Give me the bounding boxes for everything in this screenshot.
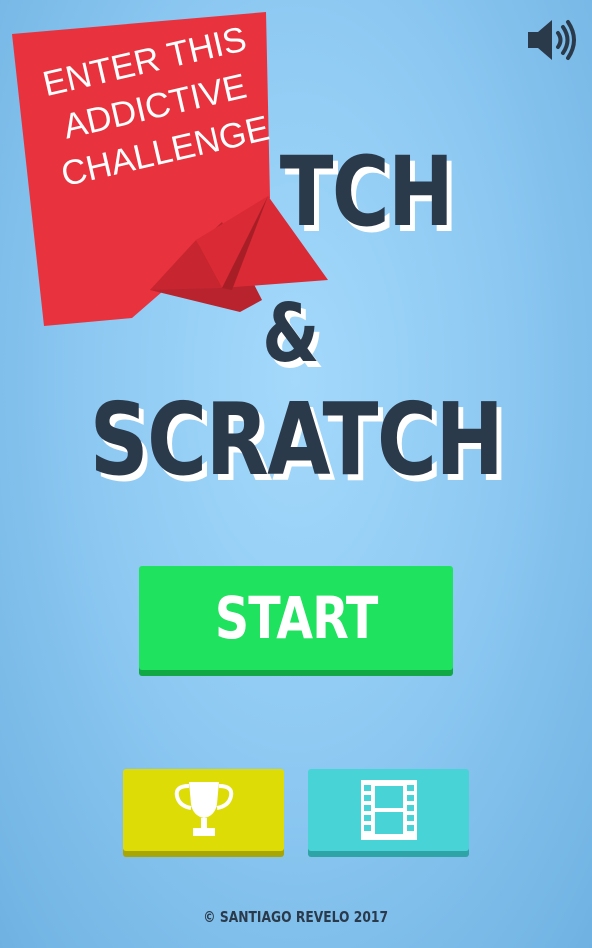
promo-ribbon: ENTER THIS ADDICTIVE CHALLENGE [0, 0, 340, 340]
video-button[interactable] [308, 769, 469, 851]
title-line-3: SCRATCH [89, 381, 504, 498]
film-icon [360, 780, 417, 840]
sound-toggle-button[interactable] [526, 18, 578, 62]
start-button[interactable]: START [139, 566, 453, 670]
trophy-icon [174, 782, 233, 836]
start-button-label: START [214, 584, 378, 652]
speaker-volume-icon [528, 20, 576, 60]
copyright-label: © SANTIAGO REVELO 2017 [203, 908, 389, 926]
copyright-text: © SANTIAGO REVELO 2017 [0, 908, 592, 926]
leaderboard-button[interactable] [123, 769, 284, 851]
